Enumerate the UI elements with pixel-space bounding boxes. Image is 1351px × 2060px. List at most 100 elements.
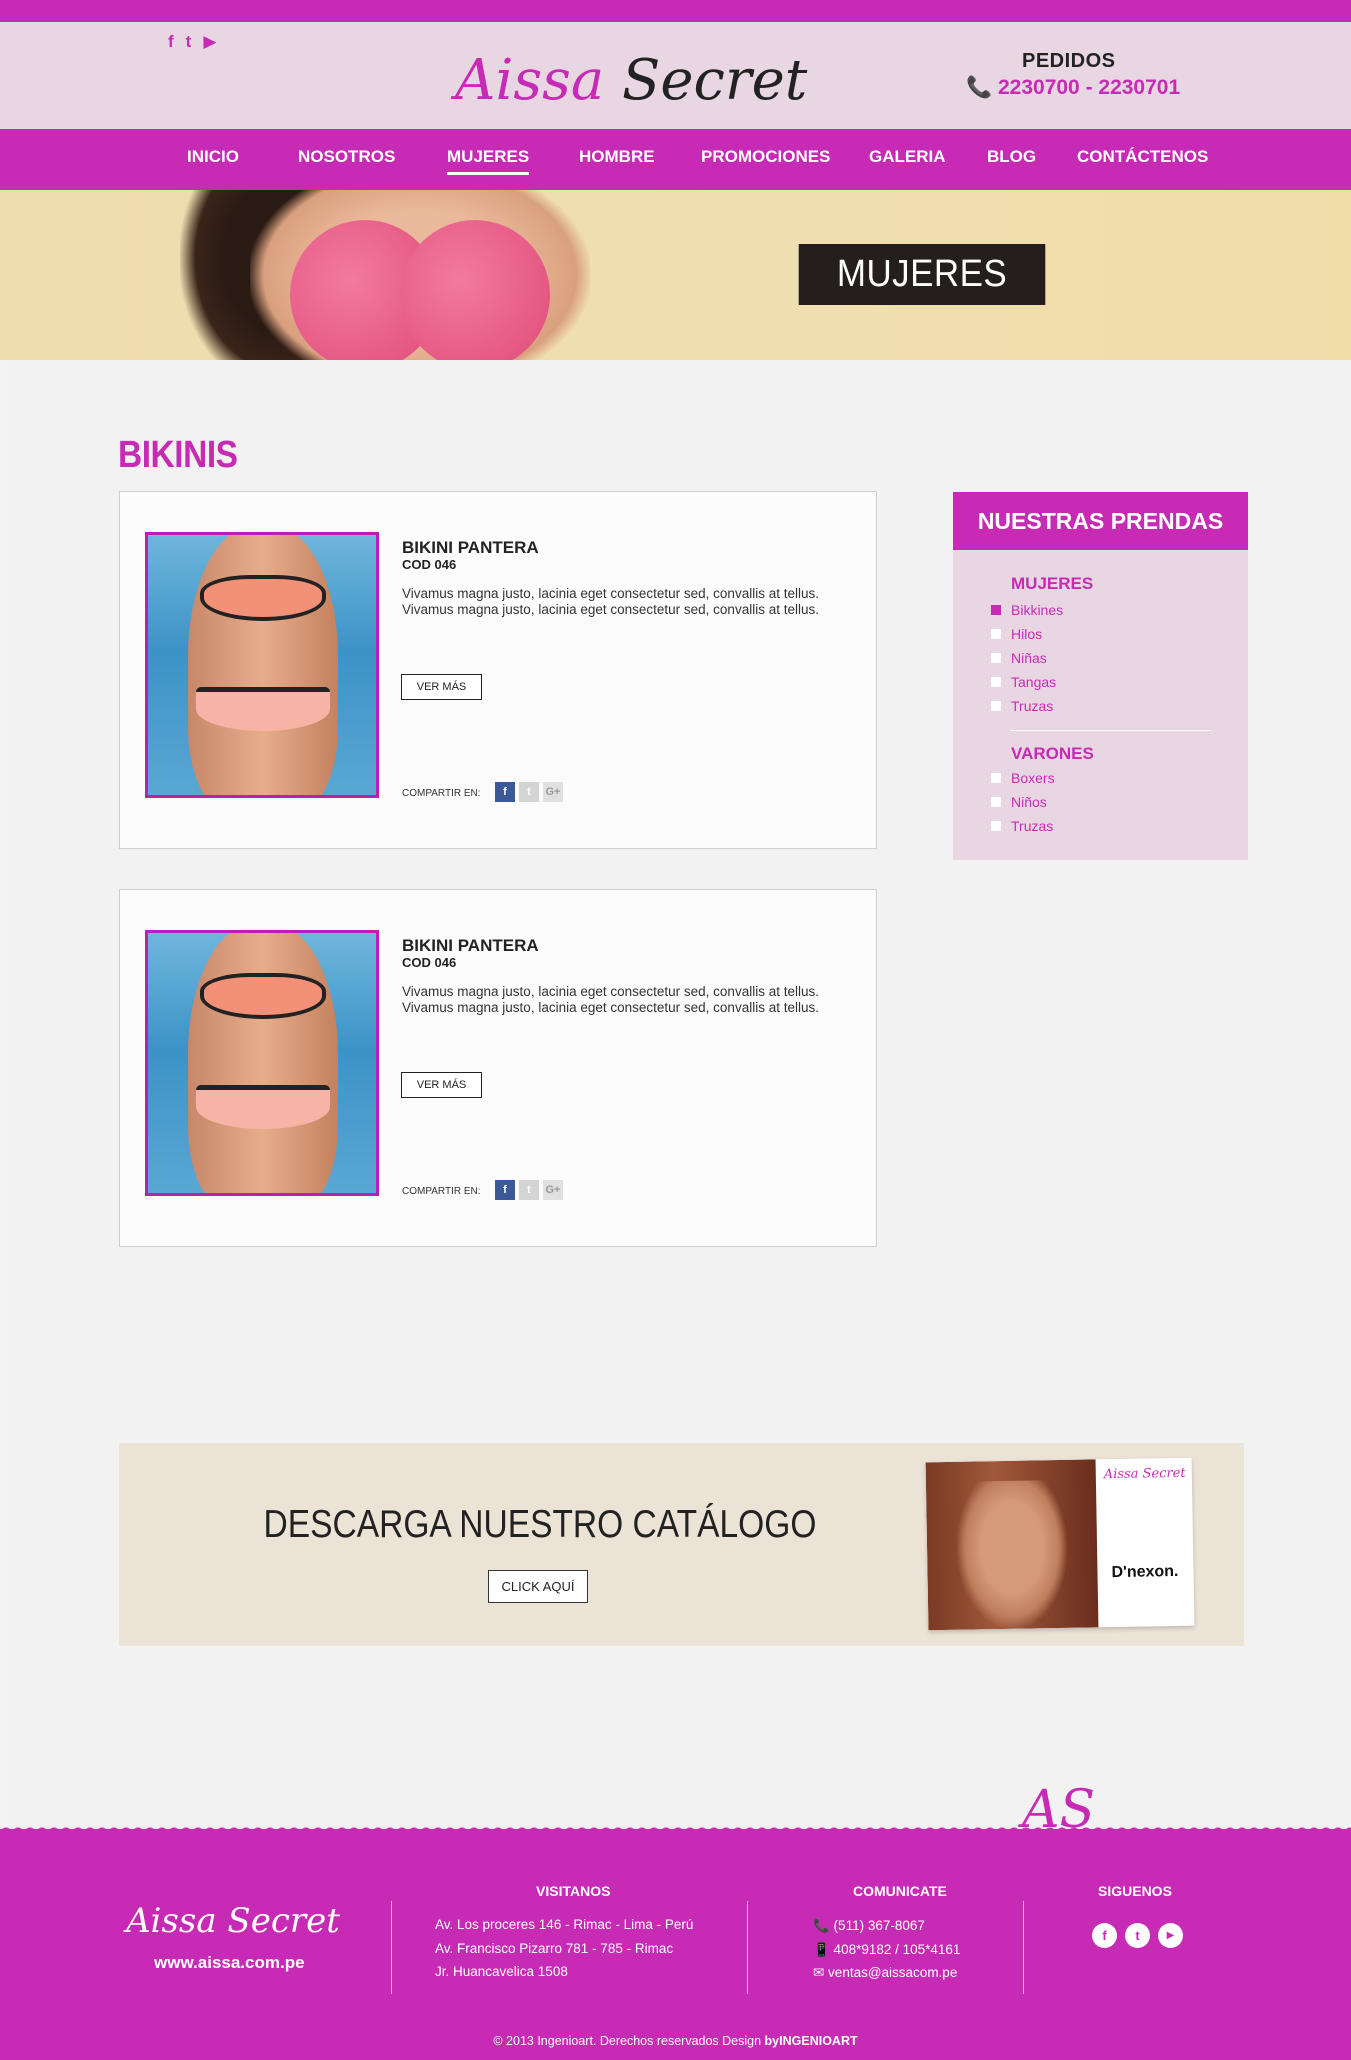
bikini-top [200, 973, 326, 1019]
footer-address: Av. Francisco Pizarro 781 - 785 - Rimac [435, 1941, 674, 1956]
nav-item-nosotros[interactable]: NOSOTROS [298, 147, 395, 167]
footer-copyright: © 2013 Ingenioart. Derechos reservados D… [0, 2034, 1351, 2048]
product-card: BIKINI PANTERA COD 046 Vivamus magna jus… [119, 889, 877, 1247]
sidebar-item-truzas-varones[interactable]: Truzas [991, 818, 1053, 834]
header-social-links: f t ▶ [168, 32, 216, 52]
sidebar-nuestras-prendas: NUESTRAS PRENDAS MUJERES Bikkines Hilos … [953, 492, 1248, 860]
copyright-text: © 2013 Ingenioart. Derechos reservados D… [493, 2034, 765, 2048]
checkbox-icon[interactable] [991, 821, 1001, 831]
twitter-icon[interactable]: t [186, 32, 192, 52]
footer-divider [1023, 1901, 1024, 1994]
sidebar-item-hilos[interactable]: Hilos [991, 626, 1042, 642]
twitter-share-icon[interactable]: t [519, 782, 539, 802]
facebook-share-icon[interactable]: f [495, 1180, 515, 1200]
product-code: COD 046 [402, 557, 457, 572]
googleplus-share-icon[interactable]: G+ [543, 782, 563, 802]
nav-item-mujeres[interactable]: MUJERES [447, 147, 530, 175]
footer-logo[interactable]: Aissa Secret [126, 1901, 340, 1941]
catalog-cover-brand: Aissa Secret [1103, 1465, 1186, 1483]
checkbox-icon[interactable] [991, 701, 1001, 711]
product-name[interactable]: BIKINI PANTERA [402, 538, 539, 558]
main-nav: INICIO NOSOTROS MUJERES HOMBRE PROMOCION… [0, 129, 1351, 190]
footer-url[interactable]: www.aissa.com.pe [154, 1953, 305, 1973]
model-figure [188, 535, 338, 795]
sidebar-category-varones[interactable]: VARONES [1011, 744, 1094, 764]
share-label: COMPARTIR EN: [402, 788, 481, 799]
footer-twitter-icon[interactable]: t [1125, 1923, 1150, 1948]
checkbox-icon[interactable] [991, 629, 1001, 639]
twitter-share-icon[interactable]: t [519, 1180, 539, 1200]
sidebar-item-ninas[interactable]: Niñas [991, 650, 1047, 666]
copyright-brand[interactable]: byINGENIOART [765, 2034, 858, 2048]
checkbox-icon[interactable] [991, 605, 1001, 615]
checkbox-icon[interactable] [991, 797, 1001, 807]
catalog-cover-models [955, 1479, 1069, 1630]
catalog-click-button[interactable]: CLICK AQUÍ [488, 1570, 588, 1603]
nav-item-contactenos[interactable]: CONTÁCTENOS [1077, 147, 1208, 167]
product-description: Vivamus magna justo, lacinia eget consec… [402, 586, 819, 617]
nav-item-hombre[interactable]: HOMBRE [579, 147, 655, 167]
sidebar-item-truzas[interactable]: Truzas [991, 698, 1053, 714]
model-figure [188, 933, 338, 1193]
sidebar-item-label: Niños [1011, 794, 1047, 810]
sidebar-item-tangas[interactable]: Tangas [991, 674, 1056, 690]
sidebar-item-label: Truzas [1011, 698, 1054, 714]
ver-mas-button[interactable]: VER MÁS [401, 1072, 482, 1098]
ver-mas-button[interactable]: VER MÁS [401, 674, 482, 700]
banner-category-label: MUJERES [798, 244, 1046, 305]
product-image[interactable] [145, 930, 379, 1196]
checkbox-icon[interactable] [991, 773, 1001, 783]
sidebar-title: NUESTRAS PRENDAS [953, 492, 1248, 550]
bikini-bottom [196, 687, 330, 731]
site-header: f t ▶ Aissa Secret PEDIDOS 📞 2230700 - 2… [0, 22, 1351, 129]
catalog-title: DESCARGA NUESTRO CATÁLOGO [263, 1503, 817, 1546]
order-phone-numbers: 📞 2230700 - 2230701 [966, 76, 1181, 99]
catalog-cover-partner: D'nexon. [1111, 1562, 1179, 1582]
nav-item-inicio[interactable]: INICIO [187, 147, 239, 167]
footer-divider [391, 1901, 392, 1994]
sidebar-item-label: Hilos [1011, 626, 1043, 642]
footer-facebook-icon[interactable]: f [1092, 1923, 1117, 1948]
sidebar-item-label: Boxers [1011, 770, 1055, 786]
sidebar-category-mujeres[interactable]: MUJERES [1011, 574, 1093, 594]
checkbox-icon[interactable] [991, 653, 1001, 663]
sidebar-item-bikkines[interactable]: Bikkines [991, 602, 1063, 618]
sidebar-item-label: Bikkines [1011, 602, 1064, 618]
facebook-icon[interactable]: f [168, 32, 174, 52]
share-buttons: f t G+ [495, 782, 563, 802]
footer-youtube-icon[interactable]: ▶ [1158, 1923, 1183, 1948]
facebook-share-icon[interactable]: f [495, 782, 515, 802]
checkbox-icon[interactable] [991, 677, 1001, 687]
youtube-icon[interactable]: ▶ [203, 32, 216, 52]
footer-mobile: 📱 408*9182 / 105*4161 [813, 1942, 961, 1957]
nav-item-blog[interactable]: BLOG [987, 147, 1036, 167]
site-logo[interactable]: Aissa Secret [455, 48, 807, 113]
bikini-top [200, 575, 326, 621]
product-name[interactable]: BIKINI PANTERA [402, 936, 539, 956]
product-image[interactable] [145, 532, 379, 798]
nav-item-galeria[interactable]: GALERIA [869, 147, 946, 167]
product-card: BIKINI PANTERA COD 046 Vivamus magna jus… [119, 491, 877, 849]
footer-address: Av. Los proceres 146 - Rimac - Lima - Pe… [435, 1917, 694, 1932]
category-banner: MUJERES [0, 190, 1351, 360]
lace-top-border [0, 0, 1351, 28]
product-description: Vivamus magna justo, lacinia eget consec… [402, 984, 819, 1015]
footer-email[interactable]: ✉ ventas@aissacom.pe [813, 1965, 957, 1981]
googleplus-share-icon[interactable]: G+ [543, 1180, 563, 1200]
page-title: BIKINIS [118, 434, 238, 476]
sidebar-item-label: Tangas [1011, 674, 1057, 690]
footer-siguenos-title: SIGUENOS [1098, 1883, 1172, 1899]
share-buttons: f t G+ [495, 1180, 563, 1200]
sidebar-item-label: Truzas [1011, 818, 1054, 834]
nav-item-promociones[interactable]: PROMOCIONES [701, 147, 830, 167]
logo-text-secret: Secret [622, 48, 808, 113]
footer-phone: 📞 (511) 367-8067 [813, 1918, 925, 1933]
footer-comunicate-title: COMUNICATE [853, 1883, 947, 1899]
catalog-cover-image[interactable]: Aissa Secret D'nexon. [925, 1457, 1195, 1631]
product-code: COD 046 [402, 955, 457, 970]
sidebar-item-ninos[interactable]: Niños [991, 794, 1047, 810]
catalog-download-banner: DESCARGA NUESTRO CATÁLOGO CLICK AQUÍ Ais… [119, 1443, 1244, 1646]
sidebar-item-label: Niñas [1011, 650, 1047, 666]
banner-bra-cup-right [400, 220, 550, 360]
sidebar-item-boxers[interactable]: Boxers [991, 770, 1055, 786]
